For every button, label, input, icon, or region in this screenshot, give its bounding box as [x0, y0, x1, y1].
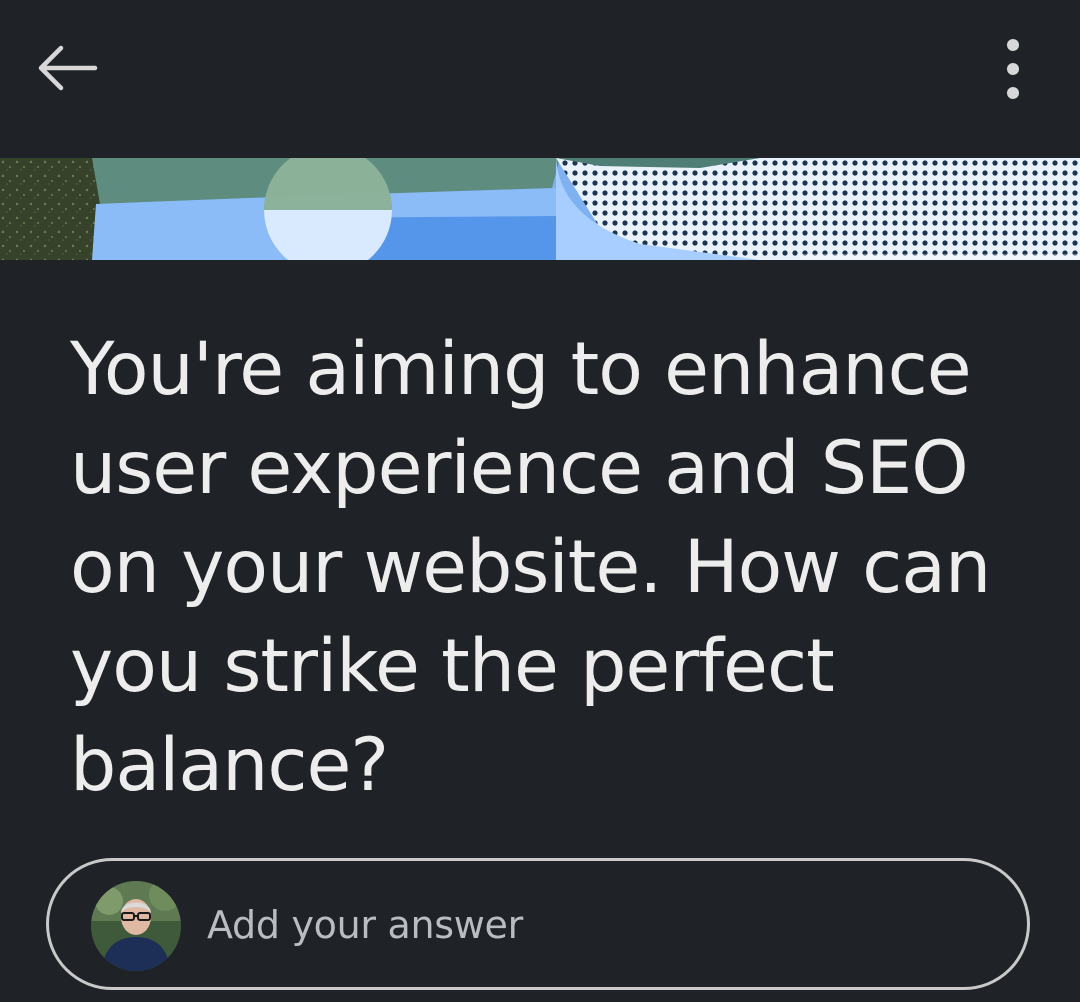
avatar-photo: [91, 881, 181, 971]
question-title: You're aiming to enhance user experience…: [70, 327, 991, 808]
question-screen: You're aiming to enhance user experience…: [0, 0, 1080, 1002]
top-app-bar: [0, 0, 1080, 158]
answer-placeholder: Add your answer: [207, 903, 523, 947]
vertical-dots-icon: [1007, 39, 1019, 99]
topic-banner-image: [0, 158, 1080, 260]
add-answer-field[interactable]: Add your answer: [46, 858, 1030, 990]
banner-illustration: [0, 158, 1080, 260]
back-button[interactable]: [22, 28, 112, 108]
more-options-button[interactable]: [978, 28, 1048, 110]
user-avatar: [91, 881, 181, 971]
arrow-left-icon: [38, 45, 98, 91]
